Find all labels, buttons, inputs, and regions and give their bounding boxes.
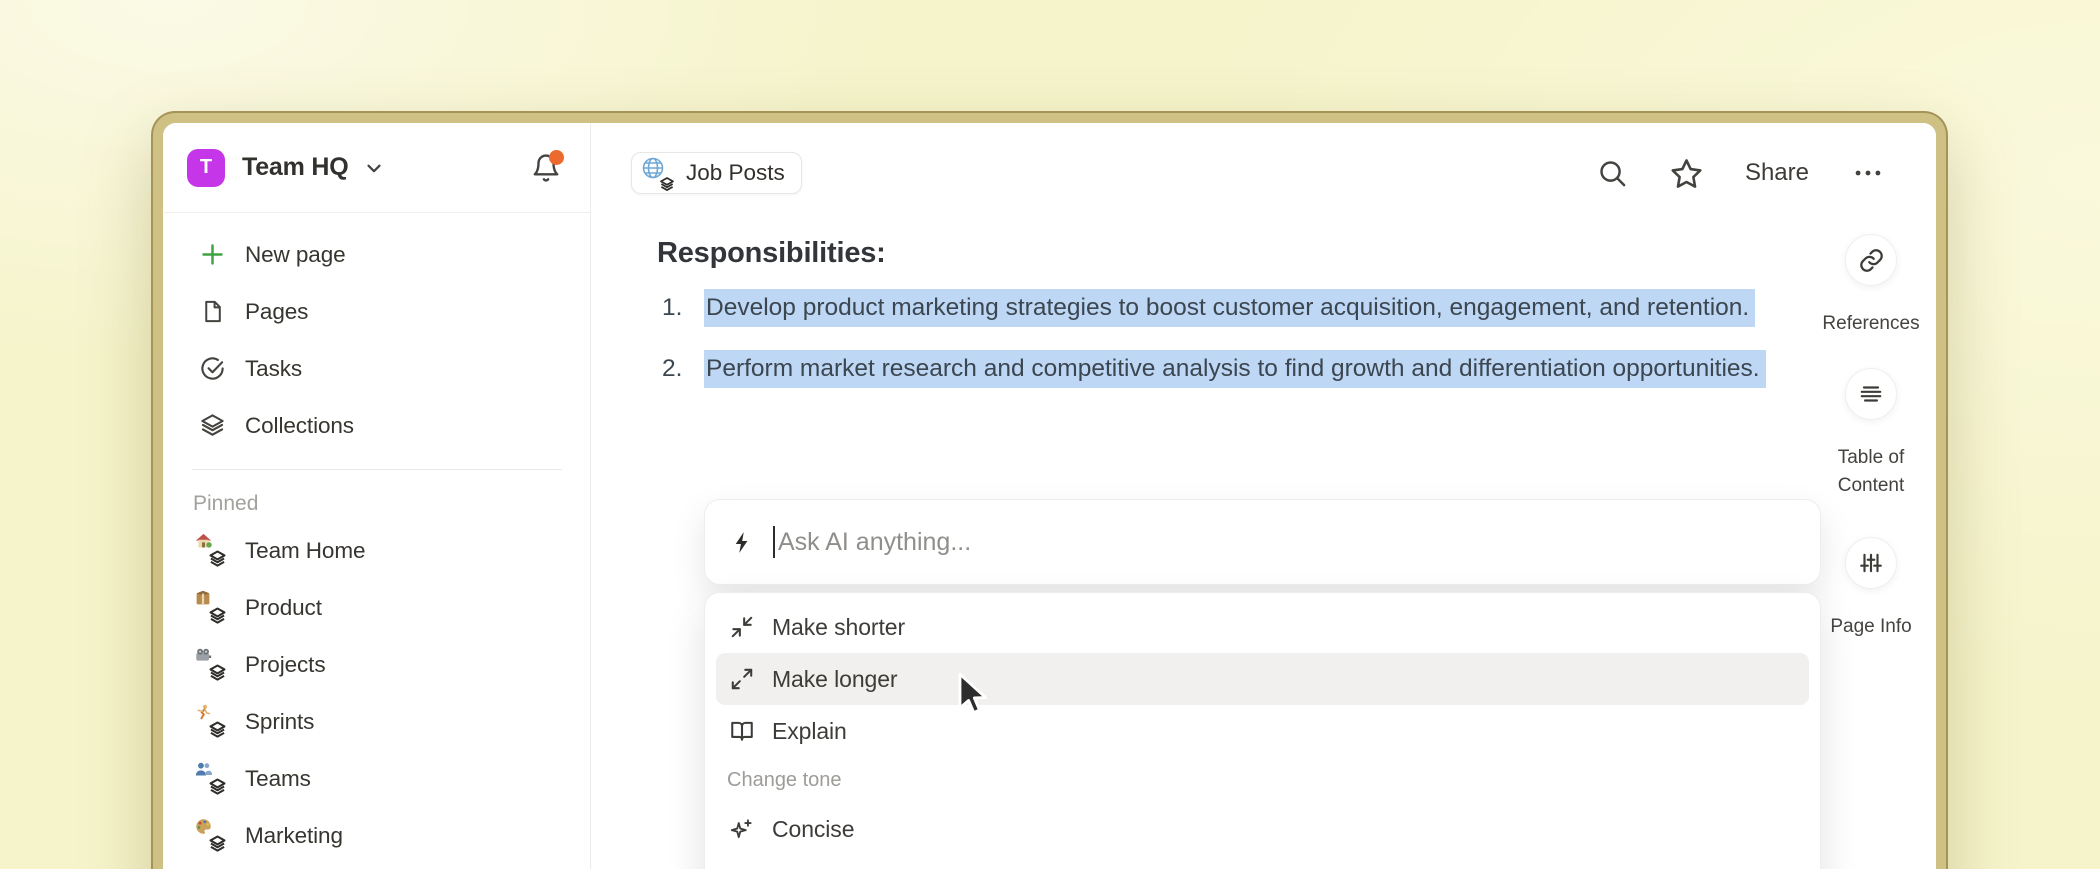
search-icon[interactable] (1597, 158, 1628, 189)
projector-icon (198, 650, 226, 680)
bolt-icon (730, 530, 755, 555)
sidebar-item-label: Collections (245, 413, 354, 439)
rail-label: Page Info (1811, 613, 1931, 641)
document-body: Responsibilities: 1. Develop product mar… (591, 223, 1806, 409)
layers-icon (198, 412, 226, 439)
rail-label: Table of Content (1811, 444, 1931, 500)
sidebar-item-teams[interactable]: Teams (163, 750, 590, 807)
sidebar-item-new-page[interactable]: New page (163, 226, 590, 283)
arrows-in-icon (727, 614, 757, 640)
references-button[interactable] (1845, 234, 1897, 286)
sidebar-item-tasks[interactable]: Tasks (163, 340, 590, 397)
main-area: Job Posts Share (591, 123, 1936, 869)
chevron-down-icon[interactable] (363, 157, 385, 179)
doc-heading[interactable]: Responsibilities: (657, 237, 1806, 270)
sidebar-item-team-home[interactable]: Team Home (163, 522, 590, 579)
menu-item-label: Concise (772, 816, 854, 843)
plus-icon (198, 241, 226, 268)
sidebar-item-label: Tasks (245, 356, 302, 382)
menu-item-explain[interactable]: Explain (716, 705, 1809, 757)
package-icon (198, 593, 226, 623)
page-info-button[interactable] (1845, 537, 1897, 589)
sidebar-item-pages[interactable]: Pages (163, 283, 590, 340)
sidebar-divider (192, 469, 562, 470)
list-number: 2. (662, 348, 704, 390)
sidebar-item-label: Pages (245, 299, 308, 325)
desktop-background: T Team HQ (0, 0, 2100, 869)
change-tone-section-label: Change tone (705, 757, 1820, 803)
sidebar-item-label: Team Home (245, 538, 365, 564)
menu-item-label: Make longer (772, 666, 897, 693)
menu-item-make-longer[interactable]: Make longer (716, 653, 1809, 705)
book-icon (727, 718, 757, 744)
ai-actions-menu: Make shorter Make longer Explain (704, 592, 1821, 869)
list-number: 1. (662, 287, 704, 329)
sidebar: T Team HQ (163, 123, 591, 869)
menu-item-label: Explain (772, 718, 847, 745)
sidebar-item-label: Product (245, 595, 322, 621)
toc-icon (1858, 381, 1884, 407)
menu-item-make-shorter[interactable]: Make shorter (716, 601, 1809, 653)
menu-item-concise[interactable]: Concise (716, 803, 1809, 855)
sidebar-item-marketing[interactable]: Marketing (163, 807, 590, 864)
sidebar-item-label: Sprints (245, 709, 314, 735)
pinned-section-label: Pinned (193, 492, 590, 516)
workspace-switcher[interactable]: T Team HQ (163, 123, 590, 213)
sparkle-icon (727, 816, 757, 842)
workspace-avatar: T (187, 149, 225, 187)
sidebar-item-label: Projects (245, 652, 325, 678)
table-of-content-button[interactable] (1845, 368, 1897, 420)
sidebar-item-projects[interactable]: Projects (163, 636, 590, 693)
runner-icon (198, 707, 226, 737)
star-icon[interactable] (1670, 157, 1703, 190)
topbar: Job Posts Share (591, 123, 1936, 223)
breadcrumb-label: Job Posts (686, 160, 785, 186)
notification-dot (549, 150, 564, 165)
ai-prompt-popup (704, 499, 1821, 585)
sidebar-item-label: Teams (245, 766, 311, 792)
palette-icon (198, 821, 226, 851)
sidebar-item-sprints[interactable]: Sprints (163, 693, 590, 750)
rail-label: References (1811, 310, 1931, 338)
page-icon (198, 299, 226, 324)
sidebar-item-label: Marketing (245, 823, 343, 849)
text-caret (773, 526, 775, 558)
arrows-out-icon (727, 666, 757, 692)
workspace-name: Team HQ (242, 153, 349, 182)
breadcrumb-page-chip[interactable]: Job Posts (631, 152, 802, 194)
sidebar-item-label: New page (245, 242, 346, 268)
pinned-list: Team Home Product Pr (163, 522, 590, 864)
people-icon (198, 764, 226, 794)
sidebar-nav: New page Pages Tasks (163, 213, 590, 454)
house-icon (198, 536, 226, 566)
sliders-icon (1858, 550, 1884, 576)
selected-text[interactable]: Perform market research and competitive … (704, 350, 1766, 388)
share-button[interactable]: Share (1745, 159, 1809, 187)
app-window: T Team HQ (151, 111, 1948, 869)
sidebar-item-product[interactable]: Product (163, 579, 590, 636)
sidebar-item-collections[interactable]: Collections (163, 397, 590, 454)
list-item[interactable]: 1. Develop product marketing strategies … (662, 287, 1806, 329)
globe-icon (642, 157, 674, 189)
notifications-bell-icon[interactable] (530, 152, 562, 184)
selected-text[interactable]: Develop product marketing strategies to … (704, 289, 1755, 327)
task-check-icon (198, 355, 226, 382)
menu-item-label: Make shorter (772, 614, 905, 641)
right-rail: References Table of Content (1806, 123, 1936, 869)
ai-prompt-input[interactable] (778, 512, 1820, 572)
link-icon (1858, 247, 1885, 274)
list-item[interactable]: 2. Perform market research and competiti… (662, 348, 1806, 390)
